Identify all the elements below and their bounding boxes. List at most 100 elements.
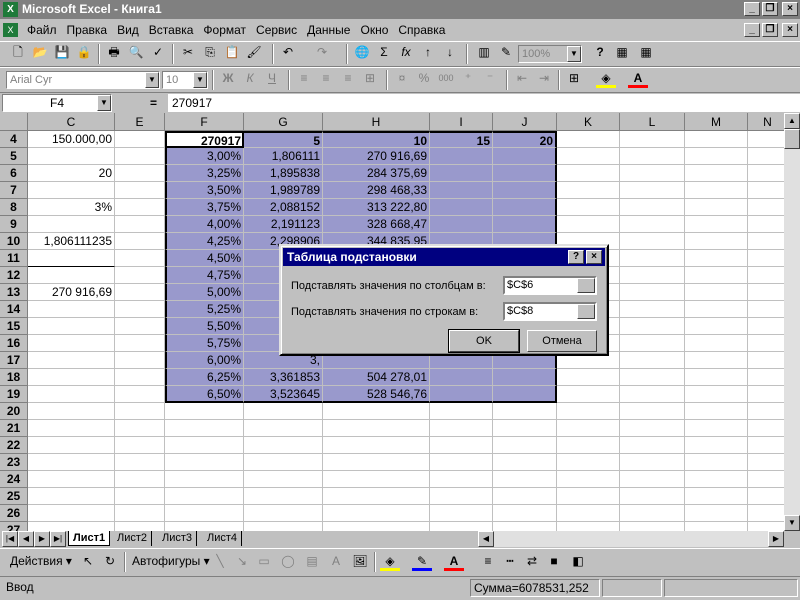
increase-indent-icon[interactable]: ⇥ bbox=[534, 68, 554, 88]
cell-e[interactable] bbox=[115, 165, 165, 182]
cell-e[interactable] bbox=[115, 488, 165, 505]
cell[interactable]: 6,25% bbox=[165, 369, 244, 386]
align-left-icon[interactable]: ≡ bbox=[294, 68, 314, 88]
cell[interactable] bbox=[685, 386, 748, 403]
menu-edit[interactable]: Правка bbox=[62, 20, 113, 40]
cell[interactable] bbox=[244, 488, 323, 505]
cell[interactable]: 6,50% bbox=[165, 386, 244, 403]
line-icon[interactable]: ╲ bbox=[210, 551, 230, 571]
increase-decimal-icon[interactable]: ⁺ bbox=[458, 68, 478, 88]
tab-sheet4[interactable]: Лист4 bbox=[203, 531, 243, 546]
dialog-close-button[interactable]: × bbox=[586, 250, 602, 264]
align-center-icon[interactable]: ≡ bbox=[316, 68, 336, 88]
cell[interactable] bbox=[493, 199, 557, 216]
cell[interactable] bbox=[748, 199, 784, 216]
cell[interactable] bbox=[748, 369, 784, 386]
tab-sheet2[interactable]: Лист2 bbox=[113, 531, 153, 546]
cell[interactable] bbox=[430, 148, 493, 165]
row-header[interactable]: 17 bbox=[0, 352, 28, 369]
cell[interactable] bbox=[430, 522, 493, 531]
draw-fill-color-icon[interactable]: ◈ bbox=[380, 551, 400, 571]
arrow-style-icon[interactable]: ⇄ bbox=[522, 551, 542, 571]
cell[interactable]: 5,75% bbox=[165, 335, 244, 352]
dash-style-icon[interactable]: ┅ bbox=[500, 551, 520, 571]
zoom-box[interactable]: 100% ▼ bbox=[518, 45, 582, 63]
cell[interactable] bbox=[748, 420, 784, 437]
menu-view[interactable]: Вид bbox=[112, 20, 144, 40]
cell-c[interactable] bbox=[28, 352, 115, 369]
cell-c[interactable] bbox=[28, 403, 115, 420]
column-input-field[interactable]: $C$6 bbox=[503, 276, 597, 295]
cell[interactable] bbox=[620, 488, 685, 505]
cell[interactable] bbox=[620, 386, 685, 403]
ok-button[interactable]: OK bbox=[448, 329, 520, 353]
cell[interactable] bbox=[430, 403, 493, 420]
cell[interactable] bbox=[557, 131, 620, 148]
cell[interactable] bbox=[165, 505, 244, 522]
cell[interactable] bbox=[748, 471, 784, 488]
cell[interactable] bbox=[323, 403, 430, 420]
cell[interactable] bbox=[620, 471, 685, 488]
cell[interactable]: 20 bbox=[493, 131, 557, 148]
cell[interactable] bbox=[748, 335, 784, 352]
scroll-right-icon[interactable]: ▶ bbox=[768, 531, 784, 547]
cell[interactable]: 3,361853 bbox=[244, 369, 323, 386]
cell[interactable] bbox=[430, 216, 493, 233]
menu-help[interactable]: Справка bbox=[393, 20, 450, 40]
cell[interactable] bbox=[493, 369, 557, 386]
cell[interactable] bbox=[620, 352, 685, 369]
percent-button[interactable]: % bbox=[414, 68, 434, 88]
cell[interactable] bbox=[493, 386, 557, 403]
drawing-icon[interactable]: ✎ bbox=[496, 42, 516, 62]
cell[interactable] bbox=[620, 403, 685, 420]
currency-icon[interactable]: ¤ bbox=[392, 68, 412, 88]
save-icon[interactable]: 💾 bbox=[52, 42, 72, 62]
name-box[interactable]: F4 ▼ bbox=[2, 94, 112, 112]
row-header[interactable]: 23 bbox=[0, 454, 28, 471]
cell[interactable] bbox=[748, 301, 784, 318]
cell[interactable]: 504 278,01 bbox=[323, 369, 430, 386]
row-header[interactable]: 8 bbox=[0, 199, 28, 216]
cell[interactable] bbox=[748, 233, 784, 250]
cell[interactable] bbox=[430, 199, 493, 216]
cell[interactable] bbox=[748, 216, 784, 233]
cell[interactable] bbox=[620, 216, 685, 233]
cell[interactable] bbox=[323, 471, 430, 488]
cell[interactable] bbox=[493, 471, 557, 488]
cell[interactable] bbox=[620, 437, 685, 454]
cell-c[interactable] bbox=[28, 267, 115, 284]
cell[interactable] bbox=[323, 505, 430, 522]
row-header[interactable]: 27 bbox=[0, 522, 28, 531]
bold-button[interactable]: Ж bbox=[218, 68, 238, 88]
cell[interactable] bbox=[323, 454, 430, 471]
cancel-button[interactable]: Отмена bbox=[527, 330, 597, 352]
cell-c[interactable]: 150.000,00 bbox=[28, 131, 115, 148]
scroll-left-icon[interactable]: ◀ bbox=[478, 531, 494, 547]
cell[interactable] bbox=[685, 522, 748, 531]
cell[interactable] bbox=[493, 522, 557, 531]
cell-c[interactable] bbox=[28, 488, 115, 505]
column-header[interactable]: L bbox=[620, 113, 685, 131]
cell[interactable] bbox=[430, 505, 493, 522]
actions-menu[interactable]: Действия ▾ bbox=[10, 554, 72, 568]
cell[interactable] bbox=[685, 369, 748, 386]
cell-c[interactable]: 270 916,69 bbox=[28, 284, 115, 301]
cell[interactable] bbox=[557, 386, 620, 403]
cell[interactable] bbox=[748, 284, 784, 301]
cell[interactable] bbox=[493, 488, 557, 505]
row-header[interactable]: 6 bbox=[0, 165, 28, 182]
chevron-down-icon[interactable]: ▼ bbox=[145, 72, 159, 88]
cell[interactable]: 1,806111 bbox=[244, 148, 323, 165]
cell[interactable] bbox=[557, 165, 620, 182]
cell-c[interactable] bbox=[28, 471, 115, 488]
doc-minimize-button[interactable]: _ bbox=[744, 23, 760, 37]
textbox-icon[interactable]: ▤ bbox=[302, 551, 322, 571]
sort-descending-icon[interactable]: ↓ bbox=[440, 42, 460, 62]
cell[interactable] bbox=[430, 369, 493, 386]
cell[interactable]: 4,25% bbox=[165, 233, 244, 250]
cell[interactable] bbox=[620, 318, 685, 335]
cell[interactable] bbox=[430, 471, 493, 488]
cell[interactable] bbox=[557, 403, 620, 420]
cell-c[interactable] bbox=[28, 454, 115, 471]
oval-icon[interactable]: ◯ bbox=[278, 551, 298, 571]
